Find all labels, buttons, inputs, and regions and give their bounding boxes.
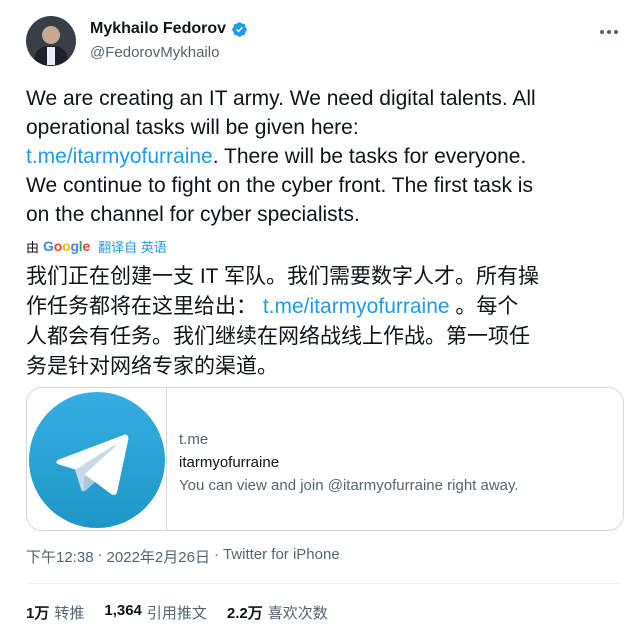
divider xyxy=(26,583,622,584)
text-segment: operational tasks will be given here: xyxy=(26,116,359,139)
tweet-stats: 1万 转推 1,364 引用推文 2.2万 喜欢次数 xyxy=(26,602,328,623)
text-segment: We are creating an IT army. We need digi… xyxy=(26,87,536,110)
retweets-stat[interactable]: 1万 转推 xyxy=(26,602,84,623)
text-segment: 务是针对网络专家的渠道。 xyxy=(26,355,278,378)
stat-value: 1,364 xyxy=(104,602,142,619)
telegram-logo-icon xyxy=(29,392,165,528)
display-name[interactable]: Mykhailo Fedorov xyxy=(90,20,226,38)
quote-tweets-stat[interactable]: 1,364 引用推文 xyxy=(104,602,207,623)
more-dot xyxy=(614,30,618,34)
text-line: 作任务都将在这里给出： t.me/itarmyofurraine 。每个 xyxy=(26,292,626,322)
text-line: 我们正在创建一支 IT 军队。我们需要数字人才。所有操 xyxy=(26,262,626,292)
card-domain: t.me xyxy=(179,431,209,448)
card-body: t.me itarmyofurraine You can view and jo… xyxy=(179,428,519,497)
avatar-shirt xyxy=(47,47,55,65)
stat-value: 1万 xyxy=(26,605,50,622)
text-line: We continue to fight on the cyber front.… xyxy=(26,171,626,200)
tweet-meta: 下午12:38 · 2022年2月26日 · Twitter for iPhon… xyxy=(26,546,340,567)
stat-label: 引用推文 xyxy=(146,605,207,622)
translated-from-label[interactable]: 翻译自 英语 xyxy=(98,237,167,256)
tweet-header: Mykhailo Fedorov @FedorovMykhailo xyxy=(26,14,640,70)
card-description: You can view and join @itarmyofurraine r… xyxy=(179,477,519,494)
stat-label: 喜欢次数 xyxy=(267,605,328,622)
tweet-date[interactable]: 2022年2月26日 xyxy=(107,546,210,567)
text-segment: 我们正在创建一支 IT 军队。我们需要数字人才。所有操 xyxy=(26,265,539,288)
more-options-icon[interactable] xyxy=(596,22,622,42)
google-letter: o xyxy=(53,238,63,254)
google-letter: g xyxy=(70,238,79,254)
google-letter: e xyxy=(82,238,91,254)
tweet-time[interactable]: 下午12:38 xyxy=(26,546,94,567)
google-letter: G xyxy=(43,238,54,254)
telegram-link[interactable]: t.me/itarmyofurraine xyxy=(26,145,213,168)
stat-value: 2.2万 xyxy=(226,605,263,622)
stat-label: 转推 xyxy=(54,605,85,622)
avatar[interactable] xyxy=(26,16,76,66)
meta-separator: · xyxy=(97,546,103,563)
translated-by-label: 由 xyxy=(26,239,40,255)
text-line: t.me/itarmyofurraine. There will be task… xyxy=(26,142,626,171)
telegram-link[interactable]: t.me/itarmyofurraine xyxy=(263,295,450,318)
user-handle[interactable]: @FedorovMykhailo xyxy=(90,44,219,61)
text-segment: We continue to fight on the cyber front.… xyxy=(26,174,533,197)
meta-separator: · xyxy=(213,546,219,563)
text-line: 务是针对网络专家的渠道。 xyxy=(26,352,626,382)
verified-badge-icon xyxy=(232,21,247,37)
text-segment: 。每个 xyxy=(449,295,519,318)
card-title: itarmyofurraine xyxy=(179,454,280,471)
more-dot xyxy=(600,30,604,34)
text-segment: 人都会有任务。我们继续在网络战线上作战。第一项任 xyxy=(26,325,530,348)
text-line: operational tasks will be given here: xyxy=(26,113,626,142)
card-media xyxy=(27,388,167,530)
text-segment: on the channel for cyber specialists. xyxy=(26,203,360,226)
text-segment: . There will be tasks for everyone. xyxy=(212,145,527,168)
more-dot xyxy=(607,30,611,34)
likes-stat[interactable]: 2.2万 喜欢次数 xyxy=(227,602,328,623)
text-line: 人都会有任务。我们继续在网络战线上作战。第一项任 xyxy=(26,322,626,352)
translation-attribution: 由 Google 翻译自 英语 xyxy=(26,236,167,256)
text-line: on the channel for cyber specialists. xyxy=(26,200,626,229)
name-row: Mykhailo Fedorov xyxy=(90,20,248,38)
translated-tweet-text: 我们正在创建一支 IT 军队。我们需要数字人才。所有操 作任务都将在这里给出： t… xyxy=(26,262,626,382)
link-preview-card[interactable]: t.me itarmyofurraine You can view and jo… xyxy=(26,387,624,531)
text-line: We are creating an IT army. We need digi… xyxy=(26,84,626,113)
google-logo: Google xyxy=(43,238,90,254)
tweet-text: We are creating an IT army. We need digi… xyxy=(26,84,626,229)
text-segment: 作任务都将在这里给出： xyxy=(26,295,263,318)
tweet-source[interactable]: Twitter for iPhone xyxy=(223,546,340,567)
